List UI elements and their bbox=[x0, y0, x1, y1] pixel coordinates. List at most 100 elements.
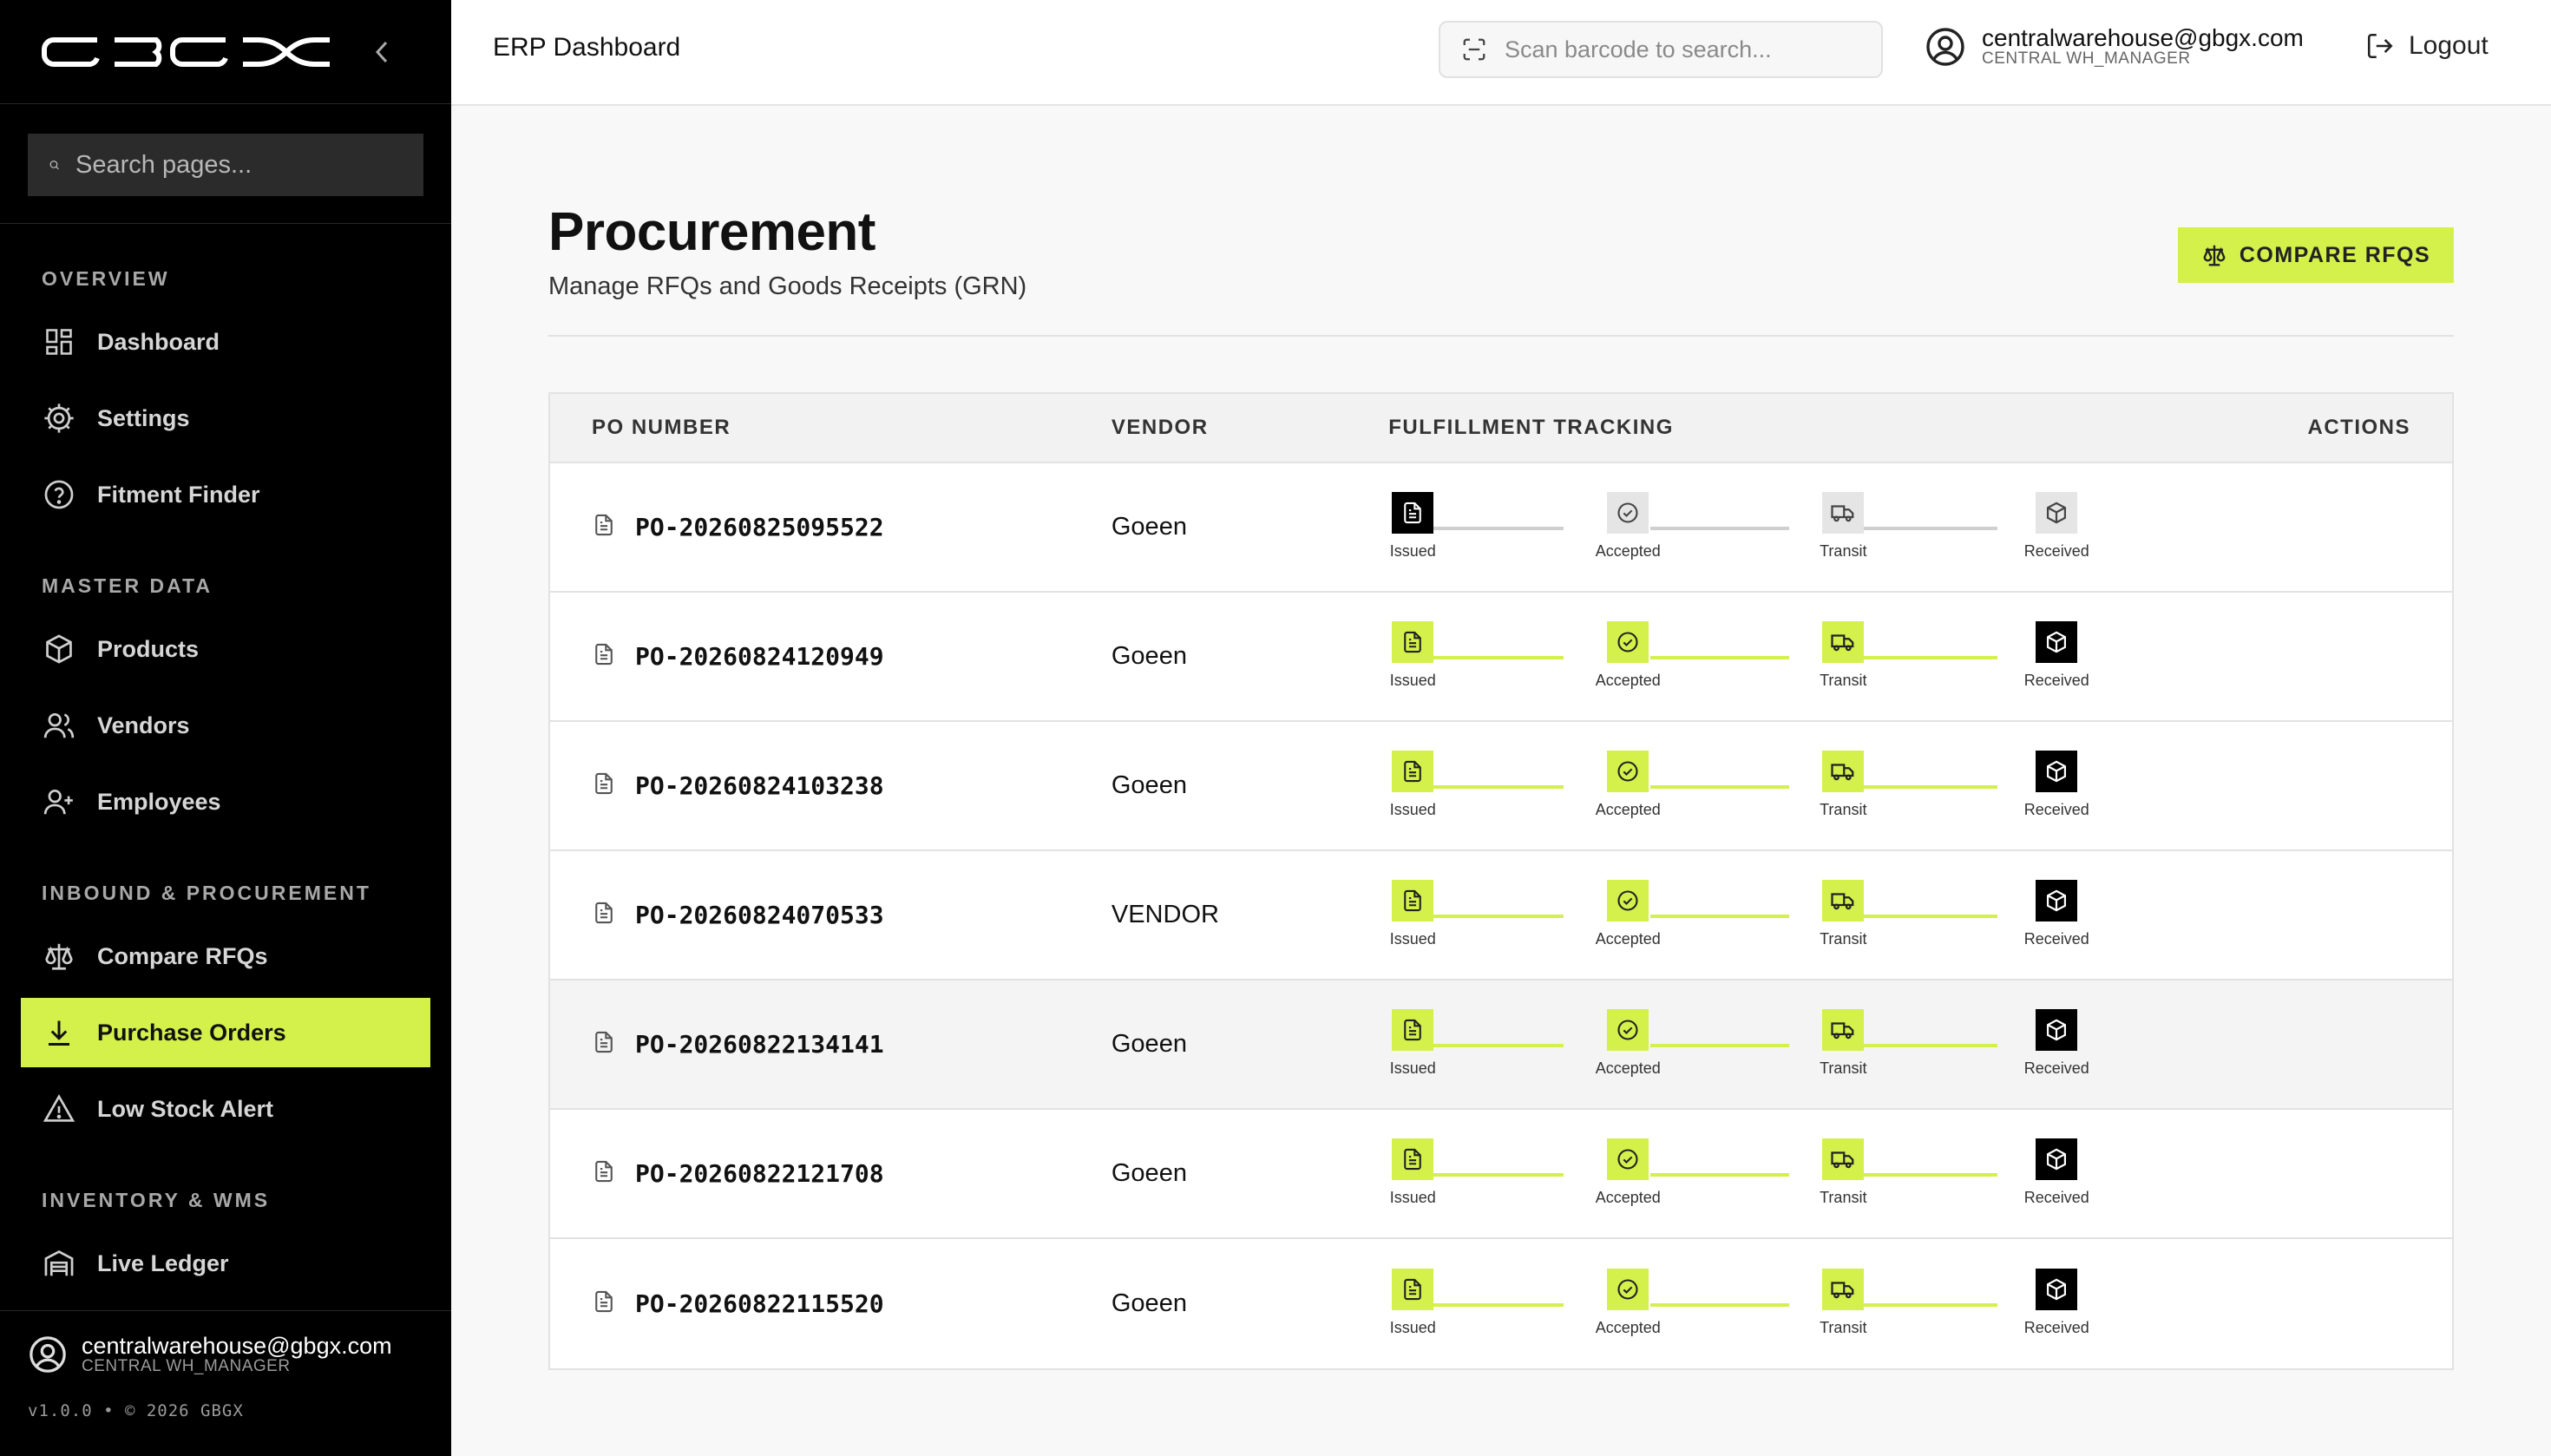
sidebar-user-email: centralwarehouse@gbgx.com bbox=[82, 1333, 392, 1359]
po-number[interactable]: PO-20260822121708 bbox=[635, 1159, 884, 1188]
tracking-step-accepted: Accepted bbox=[1576, 1138, 1680, 1207]
download-icon bbox=[42, 1015, 76, 1050]
tracking-step-label: Transit bbox=[1820, 1059, 1867, 1077]
search-pages-input[interactable] bbox=[75, 150, 403, 180]
tracking-step-accepted: Accepted bbox=[1576, 492, 1680, 561]
logout-button[interactable]: Logout bbox=[2365, 31, 2489, 61]
barcode-search-box[interactable] bbox=[1439, 21, 1883, 78]
vendor-name: Goeen bbox=[1111, 1289, 1187, 1317]
collapse-sidebar-button[interactable] bbox=[370, 36, 394, 68]
tracking-step-label: Accepted bbox=[1595, 801, 1661, 818]
tracking-step-label: Issued bbox=[1389, 1059, 1436, 1077]
page-title: Procurement bbox=[548, 202, 875, 262]
tracking-step-label: Issued bbox=[1389, 672, 1436, 689]
sidebar-item-label: Vendors bbox=[97, 712, 190, 738]
sidebar-nav: OVERVIEW Dashboard Settings Fitment Find… bbox=[0, 224, 451, 1298]
sidebar-item-low-stock-alert[interactable]: Low Stock Alert bbox=[21, 1074, 430, 1144]
check-circle-icon bbox=[1607, 1269, 1649, 1310]
document-icon bbox=[1392, 492, 1434, 534]
user-circle-icon bbox=[1926, 28, 1964, 66]
tracking-step-label: Transit bbox=[1820, 801, 1867, 818]
top-bar: ERP Dashboard centralwarehouse@gbgx.com … bbox=[451, 0, 2551, 106]
tracking-step-label: Accepted bbox=[1595, 1189, 1661, 1206]
po-number[interactable]: PO-20260822115520 bbox=[635, 1289, 884, 1318]
tracking-step-transit: Transit bbox=[1791, 751, 1895, 819]
compare-rfqs-button[interactable]: COMPARE RFQS bbox=[2178, 227, 2454, 283]
sidebar-search-box[interactable] bbox=[28, 134, 423, 196]
tracking-step-label: Transit bbox=[1820, 672, 1867, 689]
barcode-search-input[interactable] bbox=[1505, 36, 1852, 63]
sidebar-user[interactable]: centralwarehouse@gbgx.com CENTRAL WH_MAN… bbox=[28, 1334, 423, 1375]
tracking-step-label: Issued bbox=[1389, 542, 1436, 560]
sidebar-item-fitment-finder[interactable]: Fitment Finder bbox=[21, 460, 430, 529]
table-body: PO-20260825095522 Goeen Issued Accepted … bbox=[550, 463, 2452, 1368]
table-row[interactable]: PO-20260822134141 Goeen Issued Accepted … bbox=[550, 981, 2452, 1110]
logout-label: Logout bbox=[2409, 31, 2489, 60]
vendor-name: VENDOR bbox=[1111, 901, 1219, 928]
sidebar-item-employees[interactable]: Employees bbox=[21, 767, 430, 836]
sidebar-item-compare-rfqs[interactable]: Compare RFQs bbox=[21, 921, 430, 991]
document-icon bbox=[1392, 880, 1434, 921]
gbgx-logo[interactable] bbox=[42, 35, 345, 69]
po-number[interactable]: PO-20260824120949 bbox=[635, 642, 884, 671]
fulfillment-tracker: Issued Accepted Transit Received bbox=[1388, 980, 2254, 1109]
sidebar-item-live-ledger[interactable]: Live Ledger bbox=[21, 1229, 430, 1298]
po-number[interactable]: PO-20260824103238 bbox=[635, 771, 884, 800]
sidebar-item-label: Low Stock Alert bbox=[97, 1095, 274, 1122]
table-row[interactable]: PO-20260825095522 Goeen Issued Accepted … bbox=[550, 463, 2452, 593]
table-row[interactable]: PO-20260824103238 Goeen Issued Accepted … bbox=[550, 722, 2452, 851]
tracking-step-accepted: Accepted bbox=[1576, 1269, 1680, 1337]
truck-icon bbox=[1822, 1138, 1865, 1180]
po-number[interactable]: PO-20260822134141 bbox=[635, 1030, 884, 1059]
sidebar-item-label: Dashboard bbox=[97, 328, 220, 355]
section-title-master-data: MASTER DATA bbox=[42, 574, 213, 597]
sidebar-item-purchase-orders[interactable]: Purchase Orders bbox=[21, 998, 430, 1067]
tracking-step-issued: Issued bbox=[1361, 751, 1465, 819]
document-icon bbox=[1392, 1138, 1434, 1180]
tracking-step-label: Transit bbox=[1820, 1319, 1867, 1336]
tracking-step-issued: Issued bbox=[1361, 621, 1465, 690]
tracking-step-received: Received bbox=[2004, 880, 2108, 948]
package-icon bbox=[2036, 1269, 2078, 1310]
tracking-step-label: Received bbox=[2023, 542, 2089, 560]
document-icon bbox=[1392, 1009, 1434, 1051]
page-subtitle: Manage RFQs and Goods Receipts (GRN) bbox=[548, 272, 1027, 300]
po-number[interactable]: PO-20260824070533 bbox=[635, 901, 884, 929]
tracking-step-transit: Transit bbox=[1791, 880, 1895, 948]
po-cell: PO-20260822134141 bbox=[550, 1030, 1112, 1059]
sidebar-item-vendors[interactable]: Vendors bbox=[21, 691, 430, 760]
table-row[interactable]: PO-20260824070533 VENDOR Issued Accepted… bbox=[550, 851, 2452, 981]
tracking-step-transit: Transit bbox=[1791, 621, 1895, 690]
users-icon bbox=[42, 708, 76, 743]
table-row[interactable]: PO-20260822121708 Goeen Issued Accepted … bbox=[550, 1110, 2452, 1239]
app-title: ERP Dashboard bbox=[493, 33, 681, 62]
sidebar-item-products[interactable]: Products bbox=[21, 614, 430, 684]
table-row[interactable]: PO-20260822115520 Goeen Issued Accepted … bbox=[550, 1239, 2452, 1368]
vendor-name: Goeen bbox=[1111, 642, 1187, 670]
sidebar-user-role: CENTRAL WH_MANAGER bbox=[82, 1357, 291, 1375]
package-icon bbox=[2036, 1009, 2078, 1051]
sidebar-item-settings[interactable]: Settings bbox=[21, 384, 430, 453]
tracking-step-transit: Transit bbox=[1791, 1138, 1895, 1207]
sidebar-footer: centralwarehouse@gbgx.com CENTRAL WH_MAN… bbox=[0, 1310, 451, 1456]
sidebar-item-label: Compare RFQs bbox=[97, 942, 268, 969]
topbar-user[interactable]: centralwarehouse@gbgx.com CENTRAL WH_MAN… bbox=[1925, 26, 2304, 68]
tracking-step-label: Accepted bbox=[1595, 930, 1661, 948]
table-row[interactable]: PO-20260824120949 Goeen Issued Accepted … bbox=[550, 593, 2452, 722]
table-header: PO NUMBER VENDOR FULFILLMENT TRACKING AC… bbox=[550, 394, 2452, 463]
scale-icon bbox=[2203, 245, 2226, 266]
tracking-step-label: Accepted bbox=[1595, 1319, 1661, 1336]
logout-icon bbox=[2367, 33, 2393, 59]
vendor-name: Goeen bbox=[1111, 513, 1187, 541]
purchase-orders-table: PO NUMBER VENDOR FULFILLMENT TRACKING AC… bbox=[548, 392, 2454, 1370]
tracking-step-label: Received bbox=[2023, 1059, 2089, 1077]
vendor-name: Goeen bbox=[1111, 771, 1187, 799]
tracking-step-received: Received bbox=[2004, 1009, 2108, 1078]
topbar-user-email: centralwarehouse@gbgx.com bbox=[1982, 24, 2304, 51]
fulfillment-tracker: Issued Accepted Transit Received bbox=[1388, 1239, 2254, 1368]
column-header-actions: ACTIONS bbox=[2307, 416, 2410, 439]
po-number[interactable]: PO-20260825095522 bbox=[635, 513, 884, 541]
column-header-vendor: VENDOR bbox=[1111, 416, 1209, 439]
check-circle-icon bbox=[1607, 621, 1649, 663]
sidebar-item-dashboard[interactable]: Dashboard bbox=[21, 307, 430, 377]
